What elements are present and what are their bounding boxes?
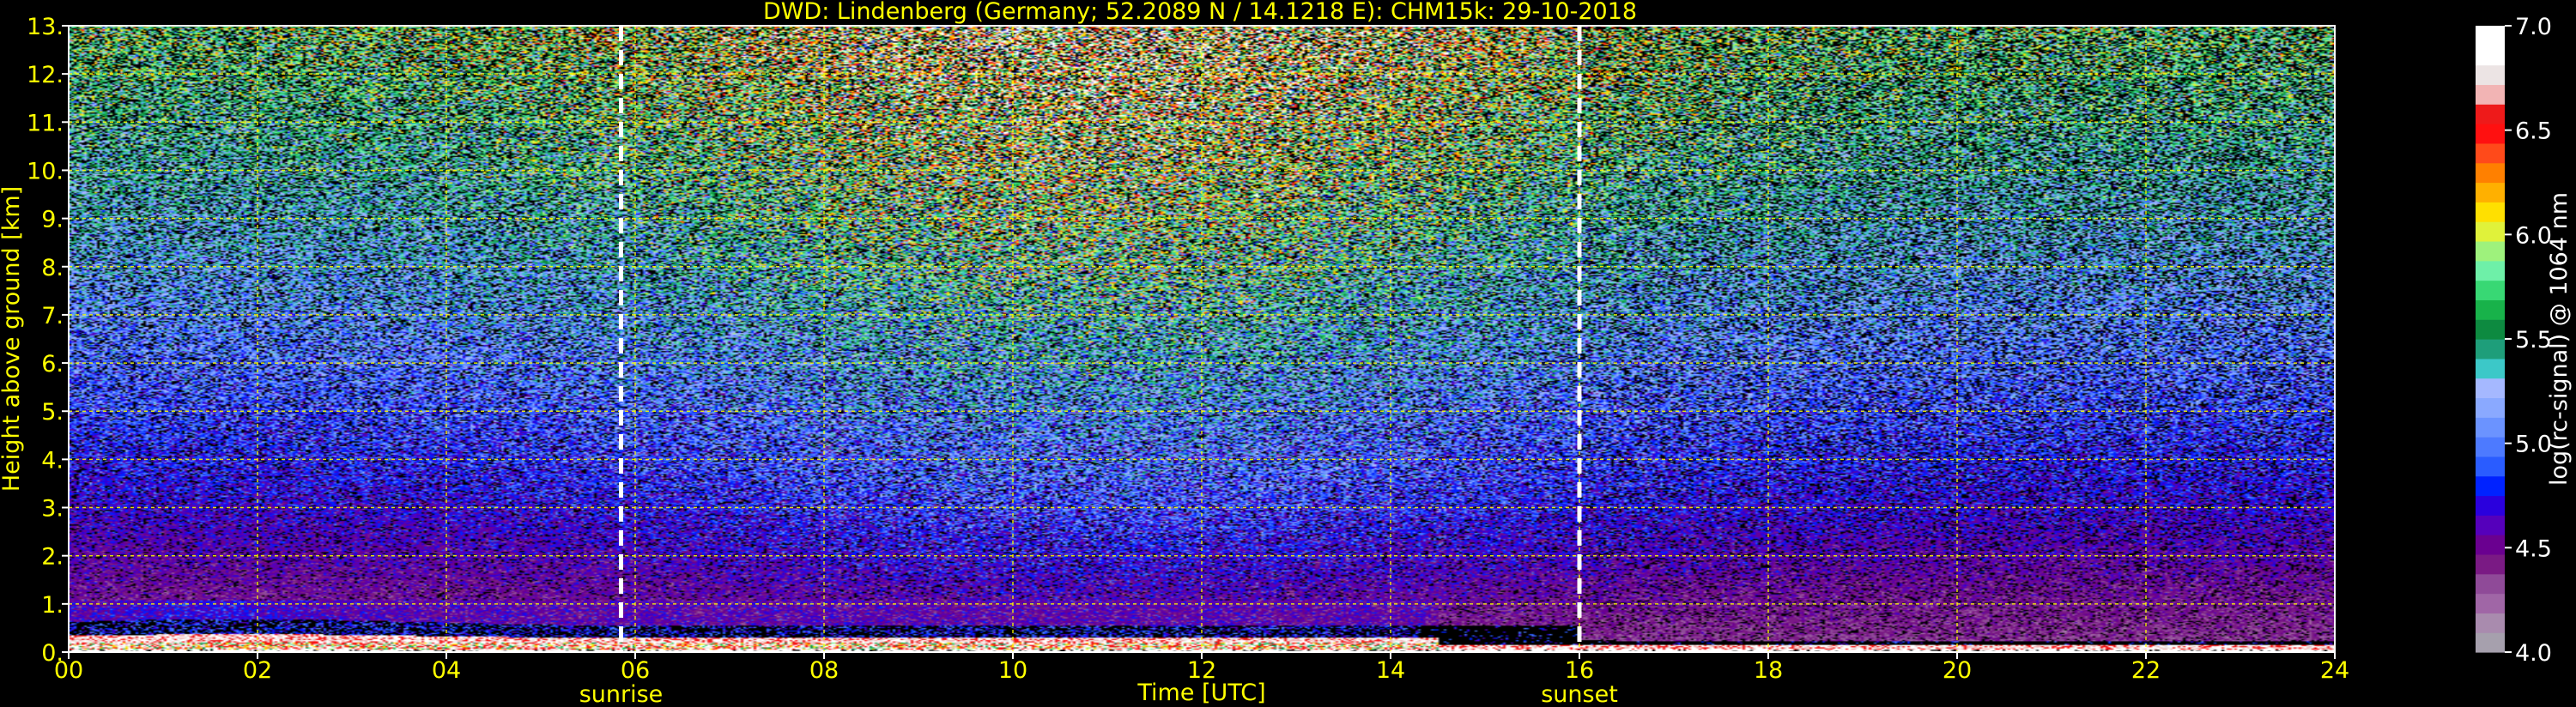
colorbar-segment: [2476, 573, 2505, 595]
colorbar-tick-label: 6.5: [2515, 118, 2552, 145]
x-tick-label: 04: [432, 657, 461, 684]
colorbar-segment: [2476, 124, 2505, 144]
y-tick-label: 8.: [41, 255, 64, 281]
y-tick-label: 5.: [41, 399, 64, 426]
x-tick-label: 20: [1943, 657, 1972, 684]
colorbar-segment: [2476, 45, 2505, 66]
colorbar-segment: [2476, 339, 2505, 360]
chart-title: DWD: Lindenberg (Germany; 52.2089 N / 14…: [763, 0, 1637, 25]
colorbar-segment: [2476, 417, 2505, 438]
y-tick-label: 11.: [27, 110, 64, 136]
y-tick-label: 1.: [41, 592, 64, 619]
colorbar-segment: [2476, 260, 2505, 281]
y-tick-label: 3.: [41, 496, 64, 523]
y-tick-label: 9.: [41, 207, 64, 233]
colorbar-segment: [2476, 358, 2505, 379]
x-tick-label: 22: [2131, 657, 2161, 684]
colorbar-segment: [2476, 84, 2505, 105]
heatmap-image: [69, 26, 2335, 652]
y-tick-label: 13.: [27, 14, 64, 40]
colorbar-tick-label: 4.5: [2515, 535, 2552, 562]
colorbar-segment: [2476, 64, 2505, 86]
x-axis-label: Time [UTC]: [1136, 680, 1265, 706]
sunset-label: sunset: [1541, 681, 1618, 707]
ceilometer-chart: DWD: Lindenberg (Germany; 52.2089 N / 14…: [0, 0, 2576, 707]
sunrise-label: sunrise: [579, 681, 664, 707]
colorbar-segment: [2476, 142, 2505, 164]
colorbar-tick-label: 4.0: [2515, 640, 2552, 667]
y-tick-label: 10.: [27, 158, 64, 184]
x-tick-label: 02: [243, 657, 272, 684]
x-tick-label: 08: [809, 657, 839, 684]
colorbar-segment: [2476, 593, 2505, 613]
colorbar-segment: [2476, 221, 2505, 242]
y-tick-label: 4.: [41, 447, 64, 474]
colorbar-segment: [2476, 319, 2505, 340]
colorbar-segment: [2476, 104, 2505, 124]
y-tick-label: 2.: [41, 544, 64, 571]
x-tick-label: 16: [1565, 657, 1594, 684]
colorbar-segment: [2476, 456, 2505, 477]
colorbar-segment: [2476, 299, 2505, 320]
x-tick-label: 06: [621, 657, 650, 684]
colorbar-segment: [2476, 632, 2505, 653]
plot-area: [68, 25, 2336, 653]
x-tick-label: 14: [1376, 657, 1405, 684]
colorbar-segment: [2476, 202, 2505, 222]
y-tick-label: 6.: [41, 351, 64, 378]
colorbar-segment: [2476, 553, 2505, 575]
x-tick-label: 24: [2320, 657, 2349, 684]
y-tick-label: 7.: [41, 303, 64, 329]
y-tick-label: 12.: [27, 62, 64, 88]
colorbar-segment: [2476, 475, 2505, 497]
colorbar-segment: [2476, 280, 2505, 300]
y-tick-label: 0.: [41, 640, 64, 667]
colorbar-segment: [2476, 535, 2505, 555]
colorbar-segment: [2476, 240, 2505, 262]
colorbar-segment: [2476, 613, 2505, 633]
colorbar-label: log(rc-signal) @ 1064 nm: [2546, 192, 2573, 486]
colorbar-segment: [2476, 182, 2505, 202]
colorbar-segment: [2476, 397, 2505, 418]
colorbar-segment: [2476, 378, 2505, 399]
y-axis-label: Height above ground [km]: [0, 186, 25, 492]
colorbar: [2476, 26, 2505, 653]
colorbar-segment: [2476, 26, 2505, 46]
colorbar-segment: [2476, 437, 2505, 457]
colorbar-tick-label: 7.0: [2515, 14, 2552, 40]
colorbar-segment: [2476, 515, 2505, 535]
colorbar-segment: [2476, 162, 2505, 184]
x-tick-label: 10: [998, 657, 1027, 684]
x-tick-label: 18: [1754, 657, 1783, 684]
colorbar-segment: [2476, 495, 2505, 516]
